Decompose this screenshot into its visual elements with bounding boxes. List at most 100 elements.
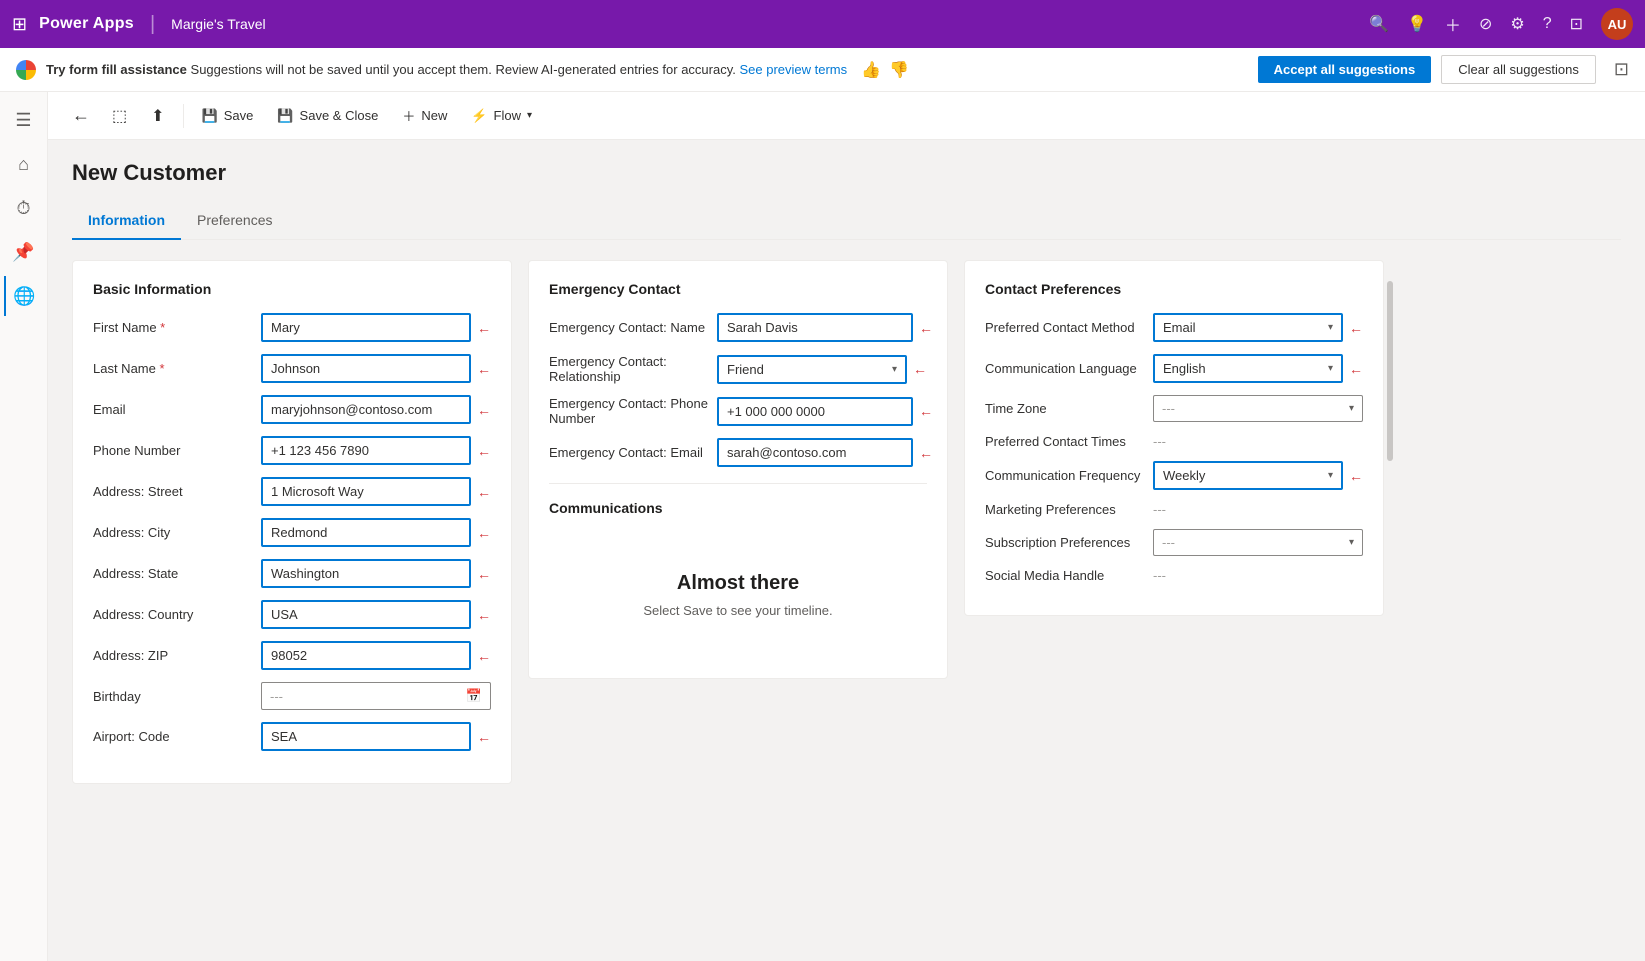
lightbulb-icon[interactable]: 💡	[1407, 14, 1427, 34]
field-airport-code: Airport: Code ←	[93, 722, 491, 751]
clear-all-button[interactable]: Clear all suggestions	[1441, 55, 1596, 84]
restore-icon: ⬚	[112, 106, 127, 126]
zip-wrap: ←	[261, 641, 491, 670]
sidebar-item-pinned[interactable]: 📌	[4, 232, 44, 272]
field-address-city: Address: City ←	[93, 518, 491, 547]
emergency-phone-input[interactable]	[717, 397, 913, 426]
share-button[interactable]: ⬆	[141, 100, 174, 132]
emergency-phone-arrow: ←	[919, 403, 933, 419]
sidebar-item-globe[interactable]: 🌐	[4, 276, 44, 316]
comm-freq-label: Communication Frequency	[985, 468, 1145, 483]
emergency-email-arrow: ←	[919, 445, 933, 461]
comm-freq-chevron: ▾	[1328, 470, 1333, 481]
emergency-name-wrap: ←	[717, 313, 933, 342]
form-page: New Customer Information Preferences Bas…	[48, 140, 1645, 804]
contact-preferences-section: Contact Preferences Preferred Contact Me…	[964, 260, 1384, 616]
restore-button[interactable]: ⬚	[102, 100, 137, 132]
main-content: ← ⬚ ⬆ 💾 Save 💾 Save & Close ＋ New ⚡	[48, 92, 1645, 961]
contact-method-select[interactable]: Email ▾	[1153, 313, 1343, 342]
last-name-arrow: ←	[477, 361, 491, 377]
filter-icon[interactable]: ⊘	[1479, 14, 1492, 34]
field-marketing-pref: Marketing Preferences ---	[985, 502, 1363, 517]
street-input[interactable]	[261, 477, 471, 506]
field-emergency-phone: Emergency Contact: Phone Number ←	[549, 396, 927, 426]
comm-freq-select[interactable]: Weekly ▾	[1153, 461, 1343, 490]
state-wrap: ←	[261, 559, 491, 588]
state-input[interactable]	[261, 559, 471, 588]
city-input[interactable]	[261, 518, 471, 547]
first-name-input[interactable]	[261, 313, 471, 342]
field-address-zip: Address: ZIP ←	[93, 641, 491, 670]
field-birthday: Birthday --- 📅	[93, 682, 491, 710]
side-panel-toggle-icon[interactable]: ⊡	[1614, 59, 1629, 80]
thumbs-up-icon[interactable]: 👍	[861, 60, 881, 80]
country-label: Address: Country	[93, 607, 253, 622]
scrollbar[interactable]	[1387, 281, 1393, 461]
subscription-label: Subscription Preferences	[985, 535, 1145, 550]
new-button[interactable]: ＋ New	[392, 100, 457, 131]
emergency-name-input[interactable]	[717, 313, 913, 342]
save-close-button[interactable]: 💾 Save & Close	[267, 102, 388, 130]
form-sections: Basic Information First Name ← Last Name	[72, 260, 1621, 784]
add-icon[interactable]: ＋	[1445, 12, 1461, 36]
contact-method-chevron: ▾	[1328, 322, 1333, 333]
back-button[interactable]: ←	[64, 101, 98, 130]
top-nav: ⊞ Power Apps | Margie's Travel 🔍 💡 ＋ ⊘ ⚙…	[0, 0, 1645, 48]
accept-all-button[interactable]: Accept all suggestions	[1258, 56, 1432, 83]
communications-section: Communications Almost there Select Save …	[549, 483, 927, 658]
last-name-input[interactable]	[261, 354, 471, 383]
birthday-input[interactable]: --- 📅	[261, 682, 491, 710]
save-close-icon: 💾	[277, 108, 293, 124]
banner-text: Try form fill assistance Suggestions wil…	[46, 62, 847, 77]
first-name-arrow: ←	[477, 320, 491, 336]
phone-label: Phone Number	[93, 443, 253, 458]
comm-lang-chevron: ▾	[1328, 363, 1333, 374]
email-input[interactable]	[261, 395, 471, 424]
field-address-state: Address: State ←	[93, 559, 491, 588]
timezone-select[interactable]: --- ▾	[1153, 395, 1363, 422]
preview-terms-link[interactable]: See preview terms	[739, 62, 847, 77]
sidebar-item-home[interactable]: ⌂	[4, 144, 44, 184]
search-icon[interactable]: 🔍	[1369, 14, 1389, 34]
airport-input[interactable]	[261, 722, 471, 751]
feedback-icons: 👍 👎	[861, 60, 909, 80]
almost-there-text: Almost there	[677, 572, 799, 595]
comm-lang-select[interactable]: English ▾	[1153, 354, 1343, 383]
country-input[interactable]	[261, 600, 471, 629]
emergency-email-input[interactable]	[717, 438, 913, 467]
field-contact-times: Preferred Contact Times ---	[985, 434, 1363, 449]
emergency-rel-select[interactable]: Friend ▾	[717, 355, 907, 384]
field-timezone: Time Zone --- ▾	[985, 395, 1363, 422]
communications-title: Communications	[549, 500, 927, 516]
top-nav-icons: 🔍 💡 ＋ ⊘ ⚙ ? ⊡ AU	[1369, 8, 1633, 40]
tab-preferences[interactable]: Preferences	[181, 202, 288, 240]
comm-lang-arrow: ←	[1349, 361, 1363, 377]
tab-information[interactable]: Information	[72, 202, 181, 240]
suggestion-banner: Try form fill assistance Suggestions wil…	[0, 48, 1645, 92]
comm-freq-wrap: Weekly ▾ ←	[1153, 461, 1363, 490]
help-icon[interactable]: ?	[1543, 15, 1552, 33]
airport-wrap: ←	[261, 722, 491, 751]
flow-button[interactable]: ⚡ Flow ▾	[461, 102, 542, 130]
comm-freq-arrow: ←	[1349, 468, 1363, 484]
save-button[interactable]: 💾 Save	[192, 102, 264, 130]
emergency-rel-arrow: ←	[913, 361, 927, 377]
sidebar-item-recent[interactable]: ⏱	[4, 188, 44, 228]
grid-icon[interactable]: ⊞	[12, 14, 27, 35]
first-name-wrap: ←	[261, 313, 491, 342]
field-address-street: Address: Street ←	[93, 477, 491, 506]
phone-input[interactable]	[261, 436, 471, 465]
user-profile-icon[interactable]: ⊡	[1570, 14, 1583, 34]
zip-input[interactable]	[261, 641, 471, 670]
communications-area: Almost there Select Save to see your tim…	[549, 532, 927, 658]
subscription-select[interactable]: --- ▾	[1153, 529, 1363, 556]
marketing-value: ---	[1153, 502, 1166, 517]
phone-wrap: ←	[261, 436, 491, 465]
sidebar-item-hamburger[interactable]: ☰	[4, 100, 44, 140]
avatar[interactable]: AU	[1601, 8, 1633, 40]
emergency-name-arrow: ←	[919, 320, 933, 336]
settings-icon[interactable]: ⚙	[1510, 14, 1524, 34]
email-arrow: ←	[477, 402, 491, 418]
thumbs-down-icon[interactable]: 👎	[889, 60, 909, 80]
form-title: New Customer	[72, 160, 1621, 186]
